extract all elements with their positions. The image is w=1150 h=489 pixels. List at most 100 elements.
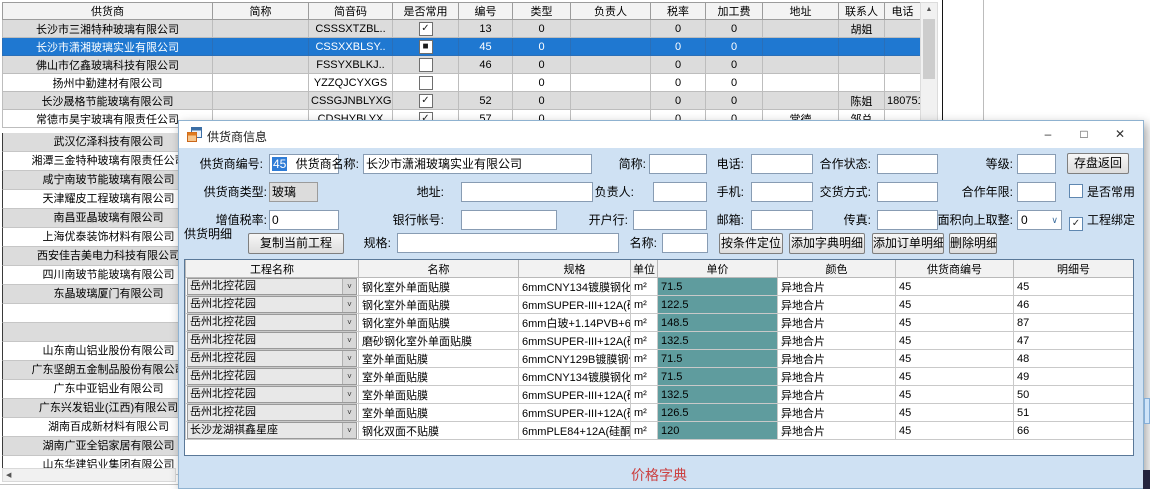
locate-button[interactable]: 按条件定位: [719, 233, 783, 254]
cell-manager[interactable]: [571, 20, 651, 38]
cell-price[interactable]: 120: [658, 422, 778, 440]
scroll-left-icon[interactable]: ◀: [6, 471, 11, 480]
checkbox-box[interactable]: ✓: [1069, 217, 1083, 231]
cell-shortname[interactable]: [213, 38, 309, 56]
project-combo-cell[interactable]: 岳州北控花园˅: [186, 368, 359, 386]
col-header-supplier[interactable]: 供货商: [3, 3, 213, 20]
cell-unit[interactable]: m²: [631, 278, 658, 296]
cell-unit[interactable]: m²: [631, 368, 658, 386]
cell-common[interactable]: ✓: [393, 92, 459, 110]
cell-contact[interactable]: 胡姐: [839, 20, 885, 38]
scroll-up-icon[interactable]: ▲: [921, 3, 937, 17]
cell-spec[interactable]: 6mm白玻+1.14PVB+6mm...: [519, 314, 631, 332]
cell-id[interactable]: 46: [459, 56, 513, 74]
cell-supplier[interactable]: 长沙市潇湘玻璃实业有限公司: [3, 38, 213, 56]
combo-arrow-icon[interactable]: ˅: [342, 369, 356, 384]
project-combo-cell[interactable]: 岳州北控花园˅: [186, 404, 359, 422]
common-checkbox[interactable]: ■: [419, 40, 433, 54]
combo-arrow-icon[interactable]: ˅: [342, 333, 356, 348]
cell-spec[interactable]: 6mmCNY134镀膜钢化: [519, 278, 631, 296]
coop-status-input[interactable]: [877, 154, 938, 174]
cell-shortname[interactable]: [213, 56, 309, 74]
cell-name[interactable]: 室外单面贴膜: [359, 386, 519, 404]
cell-address[interactable]: [763, 74, 839, 92]
cell-supplier-no[interactable]: 45: [896, 278, 1014, 296]
cell-common[interactable]: [393, 74, 459, 92]
phone-input[interactable]: [751, 154, 813, 174]
cell-type[interactable]: 0: [513, 56, 571, 74]
cell-id[interactable]: 45: [459, 38, 513, 56]
cell-name[interactable]: 室外单面贴膜: [359, 404, 519, 422]
cell-tax[interactable]: 0: [651, 74, 706, 92]
cell-spec[interactable]: 6mmSUPER-III+12A(硅...: [519, 296, 631, 314]
cell-detail-no[interactable]: 66: [1014, 422, 1134, 440]
col-header-code[interactable]: 简音码: [309, 3, 393, 20]
col-header-shortname[interactable]: 简称: [213, 3, 309, 20]
col-supplier-no[interactable]: 供货商编号: [896, 260, 1014, 278]
cell-code[interactable]: FSSYXBLKJ..: [309, 56, 393, 74]
cell-code[interactable]: CSSXXBLSY..: [309, 38, 393, 56]
dialog-titlebar[interactable]: 供货商信息 – □ ✕: [179, 121, 1143, 148]
copy-project-button[interactable]: 复制当前工程: [248, 233, 344, 254]
cell-unit[interactable]: m²: [631, 386, 658, 404]
cell-tax[interactable]: 0: [651, 38, 706, 56]
cell-unit[interactable]: m²: [631, 314, 658, 332]
cell-spec[interactable]: 6mmPLE84+12A(硅酮胶...: [519, 422, 631, 440]
cell-id[interactable]: 13: [459, 20, 513, 38]
cell-phone[interactable]: [885, 74, 921, 92]
cell-unit[interactable]: m²: [631, 296, 658, 314]
minimize-icon[interactable]: –: [1033, 121, 1063, 147]
cell-name[interactable]: 磨砂钢化室外单面贴膜: [359, 332, 519, 350]
table-row[interactable]: 佛山市亿鑫玻璃科技有限公司 FSSYXBLKJ.. 46 0 0 0: [3, 56, 921, 74]
cell-fee[interactable]: 0: [706, 92, 763, 110]
col-header-phone[interactable]: 电话: [885, 3, 921, 20]
project-combo-cell[interactable]: 岳州北控花园˅: [186, 350, 359, 368]
project-bind-checkbox[interactable]: ✓工程绑定: [1069, 212, 1135, 228]
cell-id[interactable]: [459, 74, 513, 92]
mobile-input[interactable]: [751, 182, 813, 202]
cell-phone[interactable]: 180751: [885, 92, 921, 110]
cell-unit[interactable]: m²: [631, 350, 658, 368]
cell-color[interactable]: 异地合片: [778, 296, 896, 314]
cell-address[interactable]: [763, 38, 839, 56]
col-header-contact[interactable]: 联系人: [839, 3, 885, 20]
cell-color[interactable]: 异地合片: [778, 350, 896, 368]
spec-input[interactable]: [397, 233, 619, 253]
cell-supplier-no[interactable]: 45: [896, 422, 1014, 440]
cell-price[interactable]: 71.5: [658, 350, 778, 368]
cell-type[interactable]: 0: [513, 38, 571, 56]
col-unit[interactable]: 单位: [631, 260, 658, 278]
cell-price[interactable]: 71.5: [658, 368, 778, 386]
delivery-mode-input[interactable]: [877, 182, 938, 202]
combo-arrow-icon[interactable]: ˅: [342, 351, 356, 366]
project-combo-cell[interactable]: 岳州北控花园˅: [186, 278, 359, 296]
cell-name[interactable]: 钢化室外单面贴膜: [359, 278, 519, 296]
cell-supplier[interactable]: 长沙市三湘特种玻璃有限公司: [3, 20, 213, 38]
table-row[interactable]: 长沙市三湘特种玻璃有限公司 CSSSXTZBL.. ✓ 13 0 0 0 胡姐: [3, 20, 921, 38]
cell-price[interactable]: 126.5: [658, 404, 778, 422]
cell-color[interactable]: 异地合片: [778, 368, 896, 386]
cell-code[interactable]: YZZQJCYXGS: [309, 74, 393, 92]
combo-arrow-icon[interactable]: ˅: [342, 405, 356, 420]
close-icon[interactable]: ✕: [1105, 121, 1135, 147]
cell-supplier-no[interactable]: 45: [896, 314, 1014, 332]
project-combo-cell[interactable]: 岳州北控花园˅: [186, 314, 359, 332]
add-dict-detail-button[interactable]: 添加字典明细: [789, 233, 865, 254]
cell-common[interactable]: ■: [393, 38, 459, 56]
cell-type[interactable]: 0: [513, 74, 571, 92]
cell-supplier-no[interactable]: 45: [896, 350, 1014, 368]
col-header-fee[interactable]: 加工费: [706, 3, 763, 20]
cell-color[interactable]: 异地合片: [778, 422, 896, 440]
list-horizontal-scrollbar[interactable]: ◀: [2, 468, 176, 482]
coop-years-input[interactable]: [1017, 182, 1056, 202]
cell-name[interactable]: 室外单面贴膜: [359, 368, 519, 386]
col-detail-no[interactable]: 明细号: [1014, 260, 1134, 278]
cell-spec[interactable]: 6mmSUPER-III+12A(硅...: [519, 332, 631, 350]
cell-spec[interactable]: 6mmSUPER-III+12A(硅...: [519, 404, 631, 422]
table-row[interactable]: 扬州中勤建材有限公司 YZZQJCYXGS 0 0 0: [3, 74, 921, 92]
cell-supplier[interactable]: 佛山市亿鑫玻璃科技有限公司: [3, 56, 213, 74]
cell-detail-no[interactable]: 47: [1014, 332, 1134, 350]
cell-shortname[interactable]: [213, 74, 309, 92]
cell-supplier[interactable]: 扬州中勤建材有限公司: [3, 74, 213, 92]
cell-fee[interactable]: 0: [706, 56, 763, 74]
